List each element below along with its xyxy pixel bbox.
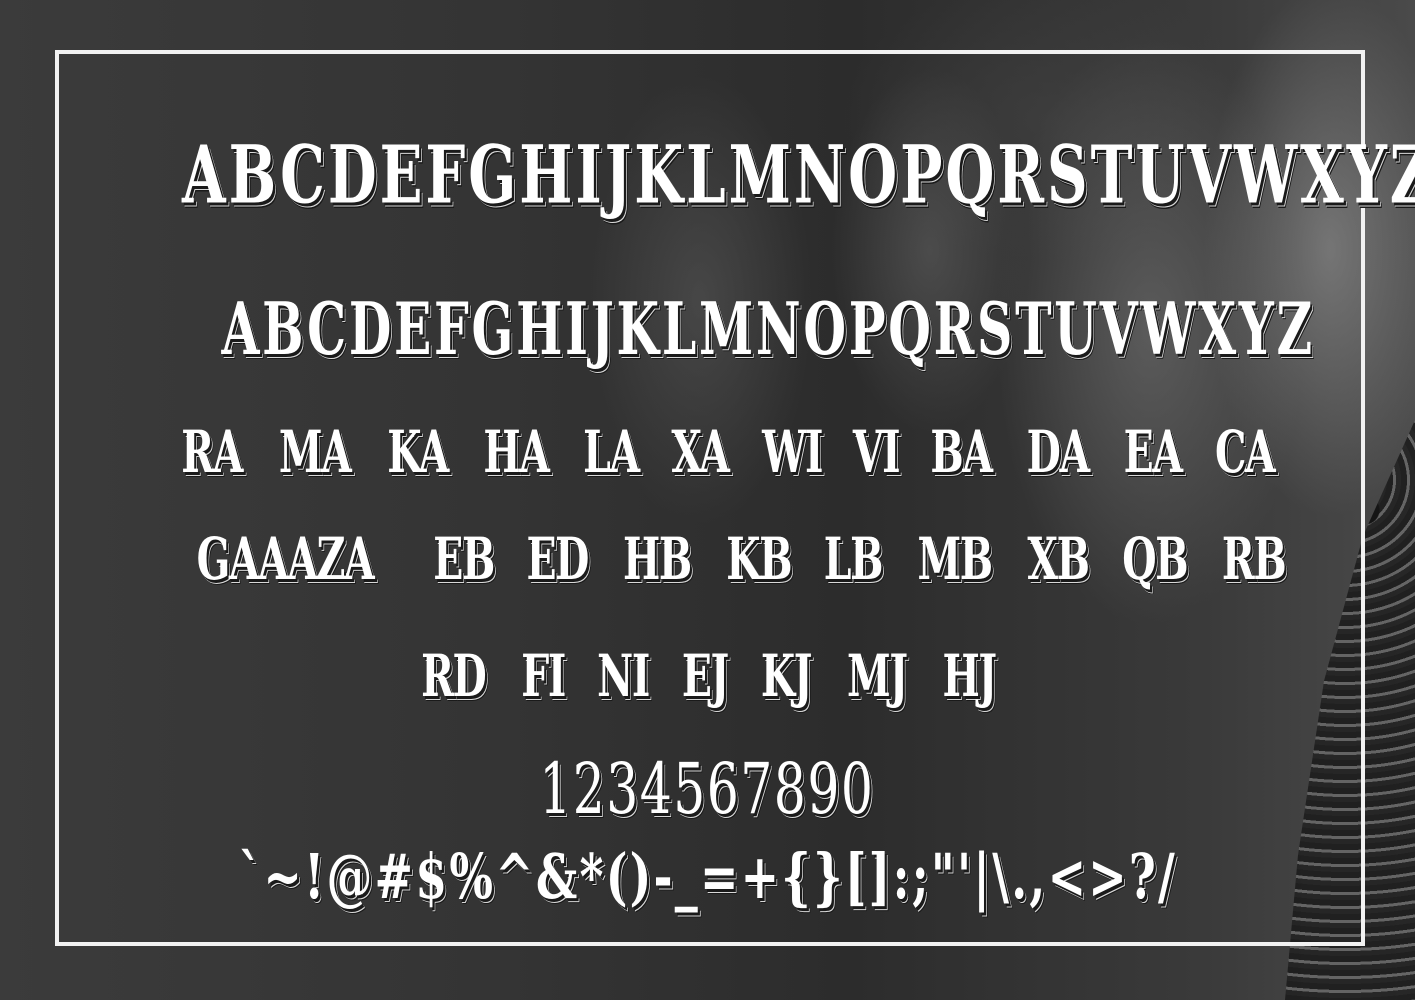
ligature-row-2: GAAAZA EB ED HB KB LB MB XB QB RB [0,525,1415,593]
ligature-glyph: FI [521,642,566,710]
ligature-glyph: EA [1123,418,1182,486]
ligature-glyph: HB [622,525,692,593]
ligature-glyph: HJ [942,642,998,710]
symbols-row: `~!@#$%^&*()-_=+{}[]:;"'|\.,<>?/ [238,840,1177,913]
ligature-glyph: RD [421,642,487,710]
ligature-glyph: MA [278,418,352,486]
ligature-glyph: QB [1122,525,1188,593]
ligature-row-1: RA MA KA HA LA XA WI VI BA DA EA CA [0,418,1415,486]
ligature-glyph: XB [1027,525,1090,593]
ligature-glyph: EB [433,525,495,593]
ligature-row-3: RD FI NI EJ KJ MJ HJ [0,642,1415,710]
ligature-glyph: VI [853,418,901,486]
uppercase-alternate-row: ABCDEFGHIJKLMNOPQRSTUVWXYZ [182,128,1415,222]
specimen-canvas: ABCDEFGHIJKLMNOPQRSTUVWXYZ ABCDEFGHIJKLM… [0,0,1415,1000]
ligature-glyph: BA [930,418,994,486]
ligature-glyph: NI [597,642,650,710]
ligature-glyph: RB [1221,525,1287,593]
uppercase-regular-row: ABCDEFGHIJKLMNOPQRSTUVWXYZ [221,286,1315,371]
ligature-glyph: MB [917,525,993,593]
ligature-glyph: KB [725,525,792,593]
ligature-glyph: LB [823,525,884,593]
ligature-glyph: DA [1026,418,1090,486]
digits-row: 1234567890 [539,748,875,830]
ligature-glyph: CA [1214,418,1276,486]
ligature-glyph: GAAAZA [196,525,375,593]
ligature-glyph: RA [181,418,243,486]
ligature-glyph: WI [762,418,823,486]
ligature-glyph: HA [483,418,551,486]
ligature-glyph: LA [583,418,640,486]
ligature-glyph: KJ [760,642,813,710]
ligature-glyph: XA [671,418,729,486]
ligature-glyph: MJ [846,642,908,710]
ligature-glyph: ED [526,525,590,593]
ligature-glyph: KA [387,418,450,486]
ligature-glyph: EJ [682,642,729,710]
